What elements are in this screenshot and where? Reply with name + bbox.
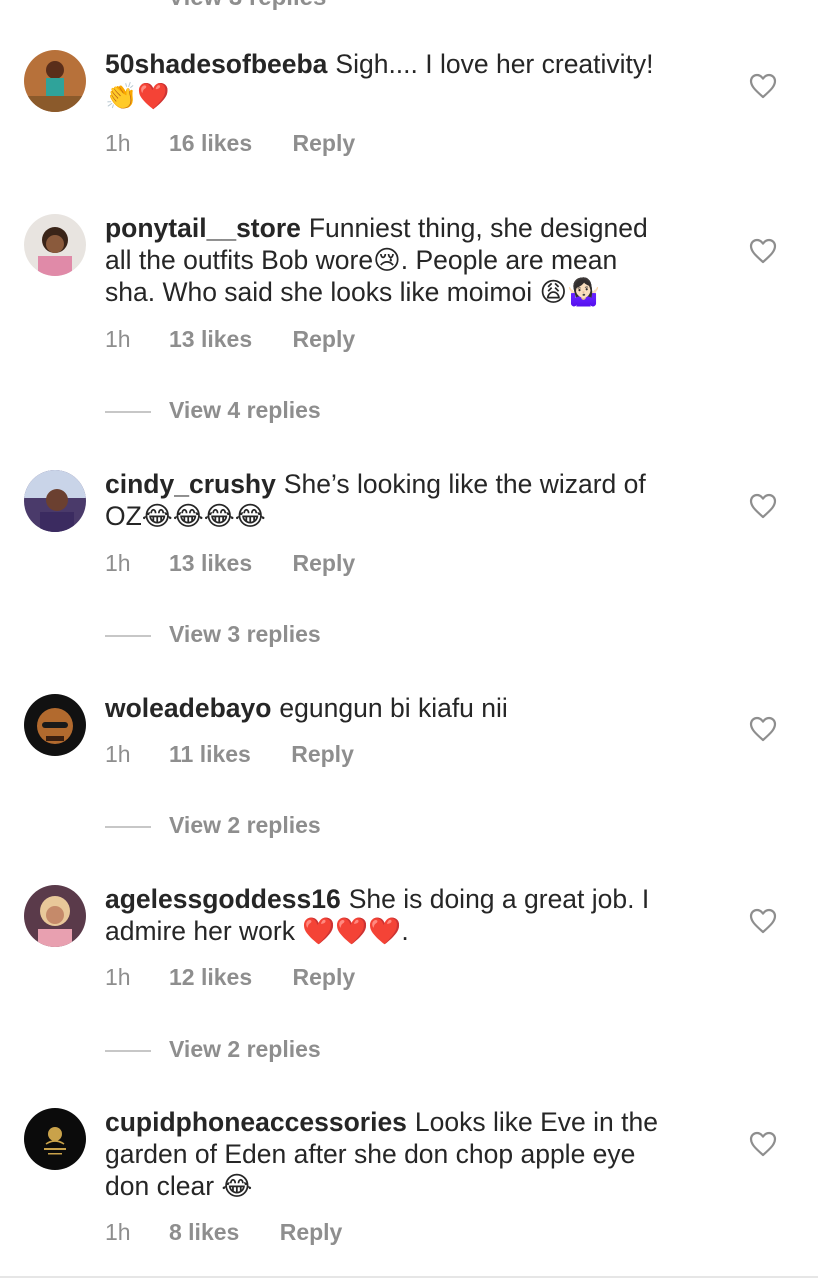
comment-text: 50shadesofbeeba Sigh.... I love her creat… <box>105 49 654 111</box>
comment-username[interactable]: ponytail__store <box>105 213 301 243</box>
comment-text: ponytail__store Funniest thing, she desig… <box>105 213 648 307</box>
comment-text: agelessgoddess16 She is doing a great job… <box>105 884 650 946</box>
heart-icon[interactable] <box>749 238 777 264</box>
comment-text: woleadebayo egungun bi kiafu nii <box>105 693 508 723</box>
view-replies-button[interactable]: View 2 replies <box>105 812 321 839</box>
likes-count[interactable]: 16 likes <box>169 130 252 156</box>
likes-count[interactable]: 8 likes <box>169 1219 239 1245</box>
avatar[interactable] <box>24 50 86 112</box>
comment-username[interactable]: woleadebayo <box>105 693 271 723</box>
avatar[interactable] <box>24 470 86 532</box>
heart-icon[interactable] <box>749 1131 777 1157</box>
heart-icon[interactable] <box>749 716 777 742</box>
avatar[interactable] <box>24 1108 86 1170</box>
reply-button[interactable]: Reply <box>280 1219 343 1245</box>
clipped-view-replies[interactable]: View 3 replies <box>168 0 326 12</box>
comment-time: 1h <box>105 741 131 767</box>
divider-line <box>105 410 151 413</box>
likes-count[interactable]: 11 likes <box>169 741 251 767</box>
comment-meta: 1h 16 likes Reply <box>105 130 355 157</box>
heart-icon[interactable] <box>749 73 777 99</box>
comment-time: 1h <box>105 964 131 990</box>
reply-button[interactable]: Reply <box>293 326 356 352</box>
view-replies-button[interactable]: View 2 replies <box>105 1036 321 1063</box>
comment-meta: 1h 8 likes Reply <box>105 1219 342 1246</box>
bottom-divider <box>0 1276 818 1278</box>
comment-username[interactable]: 50shadesofbeeba <box>105 49 327 79</box>
comment-time: 1h <box>105 130 131 156</box>
comment-time: 1h <box>105 1219 131 1245</box>
comment-text: cindy_crushy She’s looking like the wizar… <box>105 469 646 531</box>
comment-meta: 1h 12 likes Reply <box>105 964 355 991</box>
heart-icon[interactable] <box>749 493 777 519</box>
avatar[interactable] <box>24 694 86 756</box>
reply-button[interactable]: Reply <box>291 741 354 767</box>
comment-username[interactable]: cindy_crushy <box>105 469 276 499</box>
likes-count[interactable]: 13 likes <box>169 550 252 576</box>
divider-line <box>105 825 151 828</box>
comment-time: 1h <box>105 550 131 576</box>
comment-text: cupidphoneaccessories Looks like Eve in t… <box>105 1107 658 1201</box>
comment-meta: 1h 13 likes Reply <box>105 326 355 353</box>
comment-meta: 1h 13 likes Reply <box>105 550 355 577</box>
view-replies-button[interactable]: View 4 replies <box>105 397 321 424</box>
view-replies-button[interactable]: View 3 replies <box>105 621 321 648</box>
likes-count[interactable]: 12 likes <box>169 964 252 990</box>
comment-meta: 1h 11 likes Reply <box>105 741 354 768</box>
divider-line <box>105 1049 151 1052</box>
avatar[interactable] <box>24 885 86 947</box>
comment-username[interactable]: cupidphoneaccessories <box>105 1107 407 1137</box>
divider-line <box>105 634 151 637</box>
comment-username[interactable]: agelessgoddess16 <box>105 884 341 914</box>
reply-button[interactable]: Reply <box>293 550 356 576</box>
reply-button[interactable]: Reply <box>293 964 356 990</box>
comment-time: 1h <box>105 326 131 352</box>
avatar[interactable] <box>24 214 86 276</box>
heart-icon[interactable] <box>749 908 777 934</box>
reply-button[interactable]: Reply <box>293 130 356 156</box>
likes-count[interactable]: 13 likes <box>169 326 252 352</box>
